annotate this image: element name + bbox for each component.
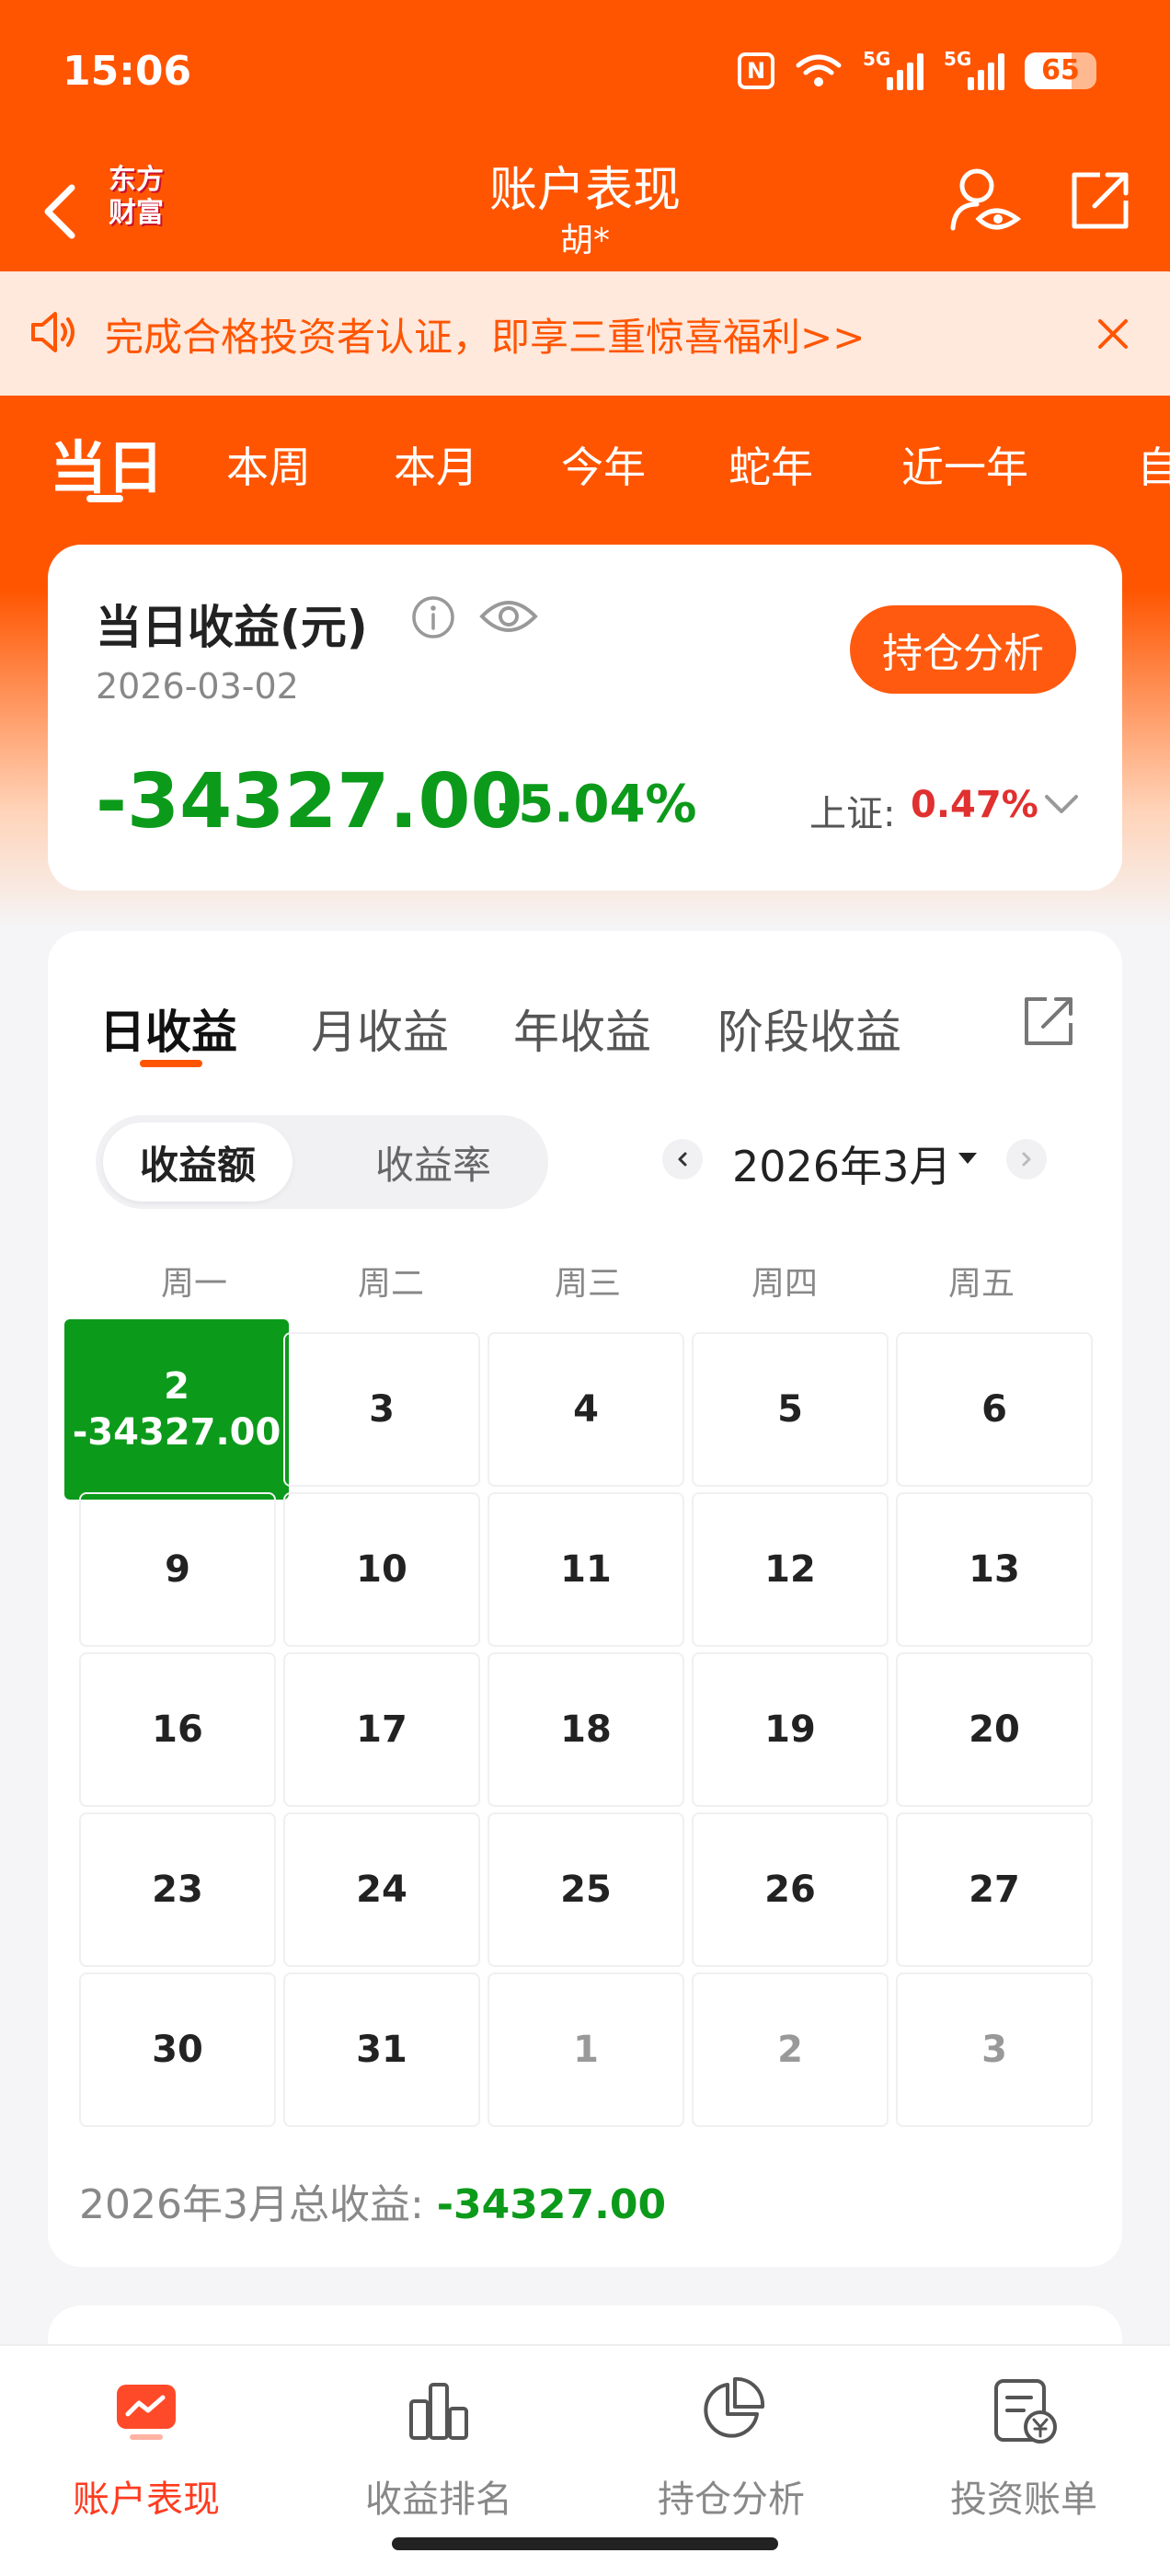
caret-down-icon[interactable] [957,1150,979,1167]
active-tab-indicator [86,495,123,502]
weekday-header: 周三 [554,1265,621,1303]
calendar-day[interactable]: 9 [79,1492,276,1647]
nfc-icon: N [738,52,774,89]
chevron-right-icon [1022,1152,1031,1167]
calendar-day[interactable]: 31 [283,1972,480,2127]
calendar-day-next-month[interactable]: 1 [488,1972,684,2127]
calendar-day[interactable]: 20 [896,1652,1093,1807]
period-tabs: 当日 本周 本月 今年 蛇年 近一年 自 [0,396,1170,506]
app-header: 东方 财富 账户表现 胡* [0,147,1170,271]
index-value: 0.47% [911,784,1038,826]
calendar-day[interactable]: 12 [692,1492,889,1647]
calendar-day[interactable]: 23 [79,1812,276,1967]
share-icon[interactable] [1019,992,1078,1051]
index-label: 上证: [809,793,896,835]
calendar-day[interactable]: 5 [692,1332,889,1487]
holding-analysis-button[interactable]: 持仓分析 [850,605,1076,694]
weekday-header: 周五 [947,1265,1015,1303]
eye-icon[interactable] [478,591,539,642]
calendar-day[interactable]: 10 [283,1492,480,1647]
tab-snake-year[interactable]: 蛇年 [728,434,813,495]
calendar-day[interactable]: 24 [283,1812,480,1967]
calendar-day[interactable]: 16 [79,1652,276,1807]
profit-calendar-card: 日收益 月收益 年收益 阶段收益 收益额 收益率 2026年3月 周一 周二 周… [48,931,1122,2267]
tab-monthly-profit[interactable]: 月收益 [311,995,449,1062]
calendar-day[interactable]: 25 [488,1812,684,1967]
prev-month-button[interactable] [662,1139,703,1179]
summary-date: 2026-03-02 [96,666,299,707]
calendar-day[interactable]: 3 [283,1332,480,1487]
weekday-header: 周二 [357,1265,424,1303]
tab-yearly-profit[interactable]: 年收益 [513,995,651,1062]
calendar-day[interactable]: 17 [283,1652,480,1807]
notice-banner[interactable]: 完成合格投资者认证，即享三重惊喜福利>> [0,271,1170,396]
active-tab-indicator [140,1060,202,1067]
bill-icon [994,2379,1057,2444]
calendar-day[interactable]: 4 [488,1332,684,1487]
signal-icon: 5G [863,48,923,90]
month-total-profit: 2026年3月总收益: -34327.00 [79,2171,666,2230]
calendar-day[interactable]: 27 [896,1812,1093,1967]
weekday-header: 周四 [751,1265,818,1303]
pie-chart-icon [704,2376,765,2438]
info-icon[interactable] [410,594,456,640]
calendar-day[interactable]: 13 [896,1492,1093,1647]
close-icon[interactable] [1091,312,1135,356]
daily-profit-amount: -34327.00 [96,758,523,845]
calendar-day[interactable]: 26 [692,1812,889,1967]
tab-daily-profit[interactable]: 日收益 [99,995,237,1062]
calendar-day[interactable]: 30 [79,1972,276,2127]
calendar-day-next-month[interactable]: 2 [692,1972,889,2127]
summary-title: 当日收益(元) [96,601,368,654]
status-bar: 15:06 N 5G 5G 65 [0,0,1170,147]
weekday-header: 周一 [160,1265,227,1303]
day-profit-amount: -34327.00 [72,1411,281,1454]
share-icon[interactable] [1067,167,1133,234]
performance-chart-icon [117,2385,176,2440]
toggle-profit-rate[interactable]: 收益率 [338,1122,528,1202]
signal-icon: 5G [944,48,1004,90]
speaker-icon [31,312,75,352]
tab-last-year[interactable]: 近一年 [901,434,1028,495]
status-time: 15:06 [63,48,192,95]
tab-custom[interactable]: 自 [1137,434,1170,495]
nav-account-performance[interactable]: 账户表现 [0,2374,292,2523]
nav-holding-analysis[interactable]: 持仓分析 [585,2374,878,2523]
month-total-value: -34327.00 [436,2181,667,2228]
tab-this-week[interactable]: 本周 [226,434,311,495]
daily-summary-card: 当日收益(元) 2026-03-02 持仓分析 -34327.00 -5.04%… [48,545,1122,891]
tab-period-profit[interactable]: 阶段收益 [717,995,901,1062]
tab-this-month[interactable]: 本月 [394,434,478,495]
calendar-day-next-month[interactable]: 3 [896,1972,1093,2127]
tab-today[interactable]: 当日 [50,421,164,504]
next-month-button[interactable] [1006,1139,1047,1179]
calendar-day[interactable]: 6 [896,1332,1093,1487]
notice-text[interactable]: 完成合格投资者认证，即享三重惊喜福利>> [105,306,865,362]
wifi-icon [796,54,842,86]
month-total-label: 2026年3月总收益: [79,2181,437,2228]
calendar-day-profit[interactable]: 2 -34327.00 [64,1319,289,1500]
battery-icon: 65 [1025,52,1096,89]
amount-rate-toggle: 收益额 收益率 [96,1115,548,1209]
calendar-day[interactable]: 11 [488,1492,684,1647]
daily-profit-percent: -5.04% [497,775,697,834]
chevron-down-icon[interactable] [1038,780,1085,828]
calendar-day[interactable]: 19 [692,1652,889,1807]
nav-investment-bill[interactable]: 投资账单 [878,2374,1170,2523]
nav-profit-ranking[interactable]: 收益排名 [292,2374,585,2523]
month-selector[interactable]: 2026年3月 [732,1133,951,1194]
home-indicator[interactable] [392,2537,778,2550]
chevron-left-icon [678,1152,687,1167]
tab-this-year[interactable]: 今年 [561,434,646,495]
user-privacy-icon[interactable] [947,164,1021,237]
toggle-profit-amount[interactable]: 收益额 [103,1122,292,1202]
status-icons: N 5G 5G 65 [738,48,1096,90]
bar-chart-icon [409,2383,468,2440]
calendar-day[interactable]: 18 [488,1652,684,1807]
